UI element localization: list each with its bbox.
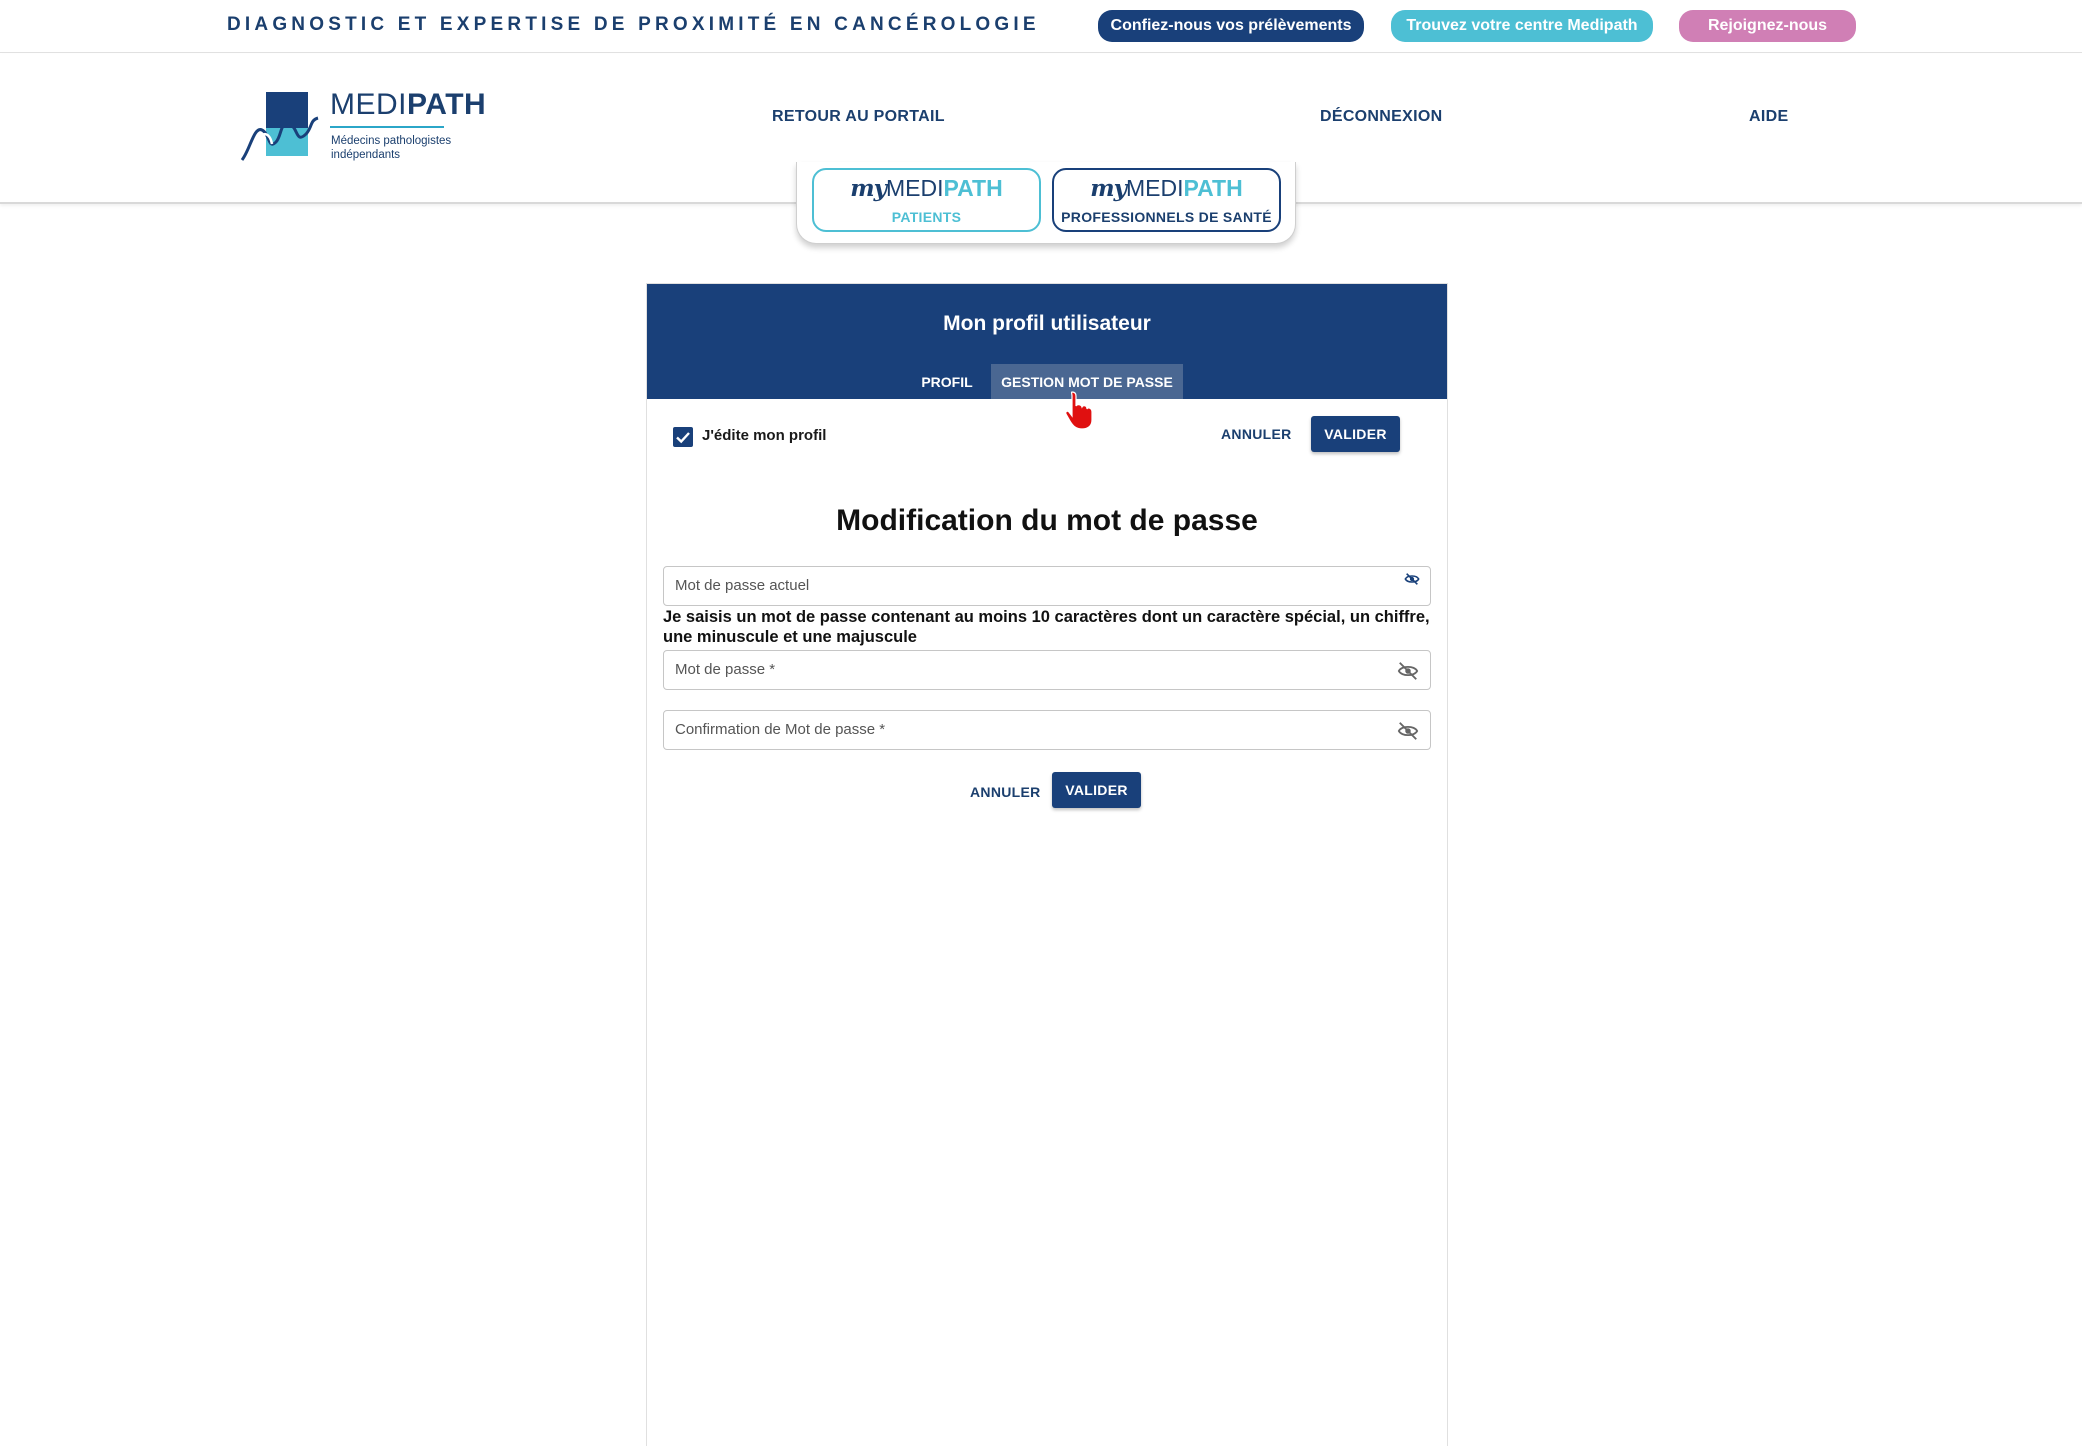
nav-back-to-portal[interactable]: RETOUR AU PORTAIL bbox=[772, 108, 945, 126]
check-icon bbox=[676, 432, 690, 444]
professionals-portal-button[interactable]: myMEDIPATH PROFESSIONNELS DE SANTÉ bbox=[1052, 168, 1281, 232]
professionals-label: PROFESSIONNELS DE SANTÉ bbox=[1061, 208, 1272, 225]
password-rules-hint: Je saisis un mot de passe contenant au m… bbox=[663, 608, 1430, 646]
confirm-password-field[interactable]: Confirmation de Mot de passe * bbox=[663, 710, 1431, 750]
find-center-pill-button[interactable]: Trouvez votre centre Medipath bbox=[1391, 10, 1653, 42]
new-password-placeholder: Mot de passe * bbox=[675, 661, 776, 678]
medipath-logo[interactable]: MEDIPATH Médecins pathologistes indépend… bbox=[240, 88, 486, 218]
join-us-pill-button[interactable]: Rejoignez-nous bbox=[1679, 10, 1856, 42]
nav-help[interactable]: AIDE bbox=[1749, 108, 1788, 126]
logo-wordmark: MEDIPATH bbox=[330, 88, 487, 121]
logo-subtitle: Médecins pathologistes indépendants bbox=[331, 135, 452, 161]
edit-profile-checkbox[interactable] bbox=[673, 427, 693, 447]
mymedipath-logo: myMEDIPATH bbox=[1090, 174, 1243, 202]
cancel-button-top[interactable]: ANNULER bbox=[1221, 426, 1292, 442]
current-password-placeholder: Mot de passe actuel bbox=[675, 577, 810, 594]
card-title: Mon profil utilisateur bbox=[943, 312, 1151, 335]
card-header: Mon profil utilisateur PROFIL GESTION MO… bbox=[647, 284, 1447, 399]
hand-pointer-icon bbox=[1065, 391, 1093, 430]
cancel-button-bottom[interactable]: ANNULER bbox=[970, 784, 1041, 800]
eye-off-icon[interactable] bbox=[1404, 571, 1420, 587]
medipath-wave-icon bbox=[240, 92, 319, 161]
tab-profile[interactable]: PROFIL bbox=[913, 364, 981, 399]
portal-switcher: myMEDIPATH PATIENTS myMEDIPATH PROFESSIO… bbox=[796, 162, 1296, 244]
patients-portal-button[interactable]: myMEDIPATH PATIENTS bbox=[812, 168, 1041, 232]
mymedipath-logo: myMEDIPATH bbox=[850, 174, 1003, 202]
password-section-title: Modification du mot de passe bbox=[836, 504, 1258, 537]
validate-button-bottom[interactable]: VALIDER bbox=[1052, 772, 1141, 808]
eye-off-icon[interactable] bbox=[1396, 660, 1420, 682]
new-password-field[interactable]: Mot de passe * bbox=[663, 650, 1431, 690]
tagline: DIAGNOSTIC ET EXPERTISE DE PROXIMITÉ EN … bbox=[227, 14, 1040, 35]
edit-profile-label: J'édite mon profil bbox=[702, 427, 827, 444]
current-password-field[interactable]: Mot de passe actuel bbox=[663, 566, 1431, 606]
patients-label: PATIENTS bbox=[891, 208, 962, 225]
eye-off-icon[interactable] bbox=[1396, 720, 1420, 742]
logo-divider bbox=[330, 126, 444, 128]
confirm-password-placeholder: Confirmation de Mot de passe * bbox=[675, 721, 886, 738]
samples-pill-button[interactable]: Confiez-nous vos prélèvements bbox=[1098, 10, 1364, 42]
profile-card: Mon profil utilisateur PROFIL GESTION MO… bbox=[646, 283, 1448, 1446]
top-bar: DIAGNOSTIC ET EXPERTISE DE PROXIMITÉ EN … bbox=[0, 0, 2082, 53]
validate-button-top[interactable]: VALIDER bbox=[1311, 416, 1400, 452]
nav-logout[interactable]: DÉCONNEXION bbox=[1320, 108, 1442, 126]
